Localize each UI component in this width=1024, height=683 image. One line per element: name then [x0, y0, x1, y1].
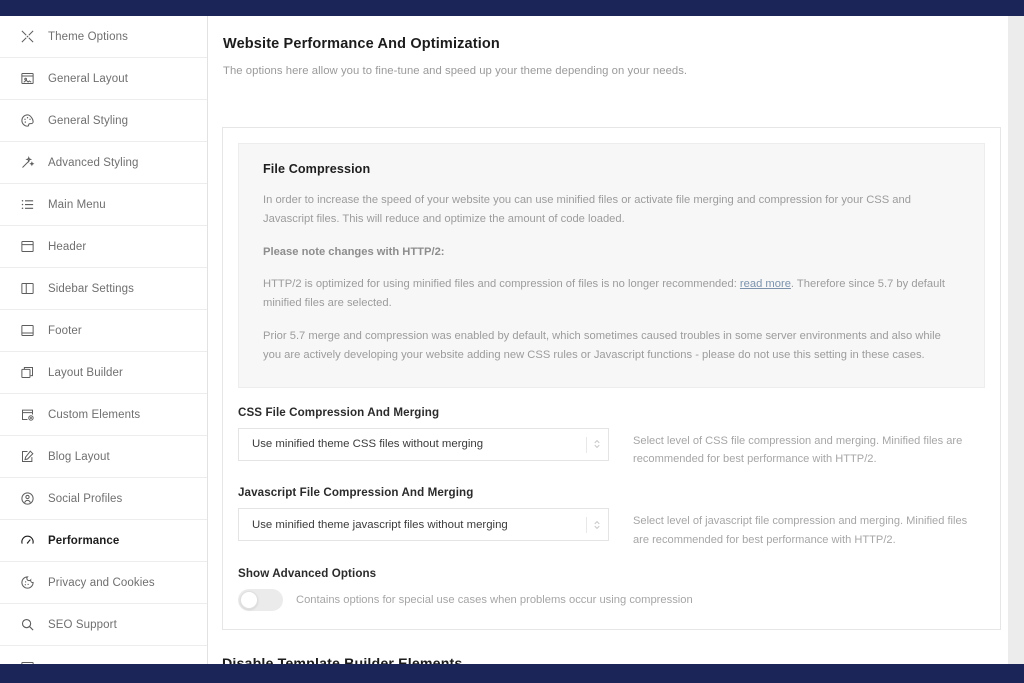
css-compression-help: Select level of CSS file compression and… [633, 434, 963, 465]
disable-template-builder-heading: Disable Template Builder Elements [222, 656, 463, 664]
sidebar-item-seo-support[interactable]: SEO Support [0, 604, 207, 646]
window-bottom-bar [0, 664, 1024, 683]
toggle-knob [240, 590, 258, 609]
show-advanced-options-help: Contains options for special use cases w… [296, 593, 693, 606]
sidebar-item-label: Performance [48, 534, 120, 547]
magic-wand-icon [18, 154, 36, 172]
sidebar-columns-icon [18, 280, 36, 298]
main-content: Website Performance And Optimization The… [209, 16, 1008, 664]
file-compression-card: File Compression In order to increase th… [222, 127, 1001, 630]
search-icon [18, 616, 36, 634]
sidebar-item-general-styling[interactable]: General Styling [0, 100, 207, 142]
sidebar-item-social-profiles[interactable]: Social Profiles [0, 478, 207, 520]
sidebar-item-general-layout[interactable]: General Layout [0, 58, 207, 100]
notice-p3-before: HTTP/2 is optimized for using minified f… [263, 278, 740, 291]
javascript-compression-select[interactable]: Use minified theme javascript files with… [238, 508, 609, 542]
sidebar-item-label: Sidebar Settings [48, 282, 134, 295]
sidebar-item-privacy-and-cookies[interactable]: Privacy and Cookies [0, 562, 207, 604]
sidebar-item-label: Blog Layout [48, 450, 110, 463]
settings-sidebar: Theme Options General Layout General Sty… [0, 16, 208, 664]
app-root: Theme Options General Layout General Sty… [0, 0, 1024, 683]
sidebar-item-label: Custom Elements [48, 408, 141, 421]
add-element-icon [18, 406, 36, 424]
notice-paragraph-3: HTTP/2 is optimized for using minified f… [263, 275, 960, 313]
sidebar-item-blog-layout[interactable]: Blog Layout [0, 436, 207, 478]
sidebar-item-label: Layout Builder [48, 366, 123, 379]
javascript-compression-field: Javascript File Compression And Merging … [238, 486, 985, 549]
chevron-updown-icon [592, 437, 601, 451]
sidebar-item-label: Header [48, 240, 87, 253]
select-divider [586, 517, 587, 534]
edit-page-icon [18, 448, 36, 466]
page-header: Website Performance And Optimization The… [209, 16, 1008, 77]
file-compression-notice: File Compression In order to increase th… [238, 143, 985, 388]
sidebar-item-performance[interactable]: Performance [0, 520, 207, 562]
sidebar-item-label: Theme Options [48, 30, 128, 43]
gauge-icon [18, 532, 36, 550]
user-circle-icon [18, 490, 36, 508]
notice-paragraph-2: Please note changes with HTTP/2: [263, 245, 445, 258]
sidebar-item-main-menu[interactable]: Main Menu [0, 184, 207, 226]
sidebar-item-label: Advanced Styling [48, 156, 139, 169]
javascript-compression-label: Javascript File Compression And Merging [238, 486, 474, 500]
sidebar-item-label: Footer [48, 324, 82, 337]
sidebar-item-label: Main Menu [48, 198, 106, 211]
right-edge-strip [1008, 16, 1024, 664]
layout-image-icon [18, 70, 36, 88]
sidebar-item-label: General Layout [48, 72, 129, 85]
tools-icon [18, 28, 36, 46]
list-icon [18, 196, 36, 214]
show-advanced-options-toggle[interactable] [238, 588, 283, 611]
sidebar-item-next-partial[interactable] [0, 646, 207, 664]
css-compression-label: CSS File Compression And Merging [238, 405, 440, 419]
palette-icon [18, 112, 36, 130]
window-top-bar [0, 0, 1024, 16]
sidebar-item-custom-elements[interactable]: Custom Elements [0, 394, 207, 436]
css-compression-field: CSS File Compression And Merging Use min… [238, 406, 985, 469]
sidebar-item-label: Social Profiles [48, 492, 123, 505]
chevron-updown-icon [592, 518, 601, 532]
javascript-compression-help: Select level of javascript file compress… [633, 515, 968, 546]
sidebar-item-header[interactable]: Header [0, 226, 207, 268]
sidebar-item-label: General Styling [48, 114, 129, 127]
sidebar-item-label: SEO Support [48, 618, 117, 631]
sidebar-item-label: Privacy and Cookies [48, 576, 155, 589]
show-advanced-options-field: Show Advanced Options Contains options f… [238, 567, 985, 611]
page-title: Website Performance And Optimization [223, 36, 500, 52]
css-compression-value: Use minified theme CSS files without mer… [252, 438, 484, 451]
sidebar-item-advanced-styling[interactable]: Advanced Styling [0, 142, 207, 184]
read-more-link[interactable]: read more [740, 278, 791, 290]
select-divider [586, 436, 587, 453]
footer-box-icon [18, 322, 36, 340]
stacked-layers-icon [18, 364, 36, 382]
sidebar-item-footer[interactable]: Footer [0, 310, 207, 352]
notice-paragraph-1: In order to increase the speed of your w… [263, 194, 911, 225]
cookie-icon [18, 574, 36, 592]
notice-heading: File Compression [263, 162, 371, 176]
page-subtitle: The options here allow you to fine-tune … [223, 65, 688, 77]
sidebar-item-theme-options[interactable]: Theme Options [0, 16, 207, 58]
header-box-icon [18, 238, 36, 256]
sidebar-item-sidebar-settings[interactable]: Sidebar Settings [0, 268, 207, 310]
css-compression-select[interactable]: Use minified theme CSS files without mer… [238, 427, 609, 461]
show-advanced-options-label: Show Advanced Options [238, 566, 377, 580]
sidebar-item-layout-builder[interactable]: Layout Builder [0, 352, 207, 394]
notice-paragraph-4: Prior 5.7 merge and compression was enab… [263, 330, 941, 361]
javascript-compression-value: Use minified theme javascript files with… [252, 518, 508, 531]
